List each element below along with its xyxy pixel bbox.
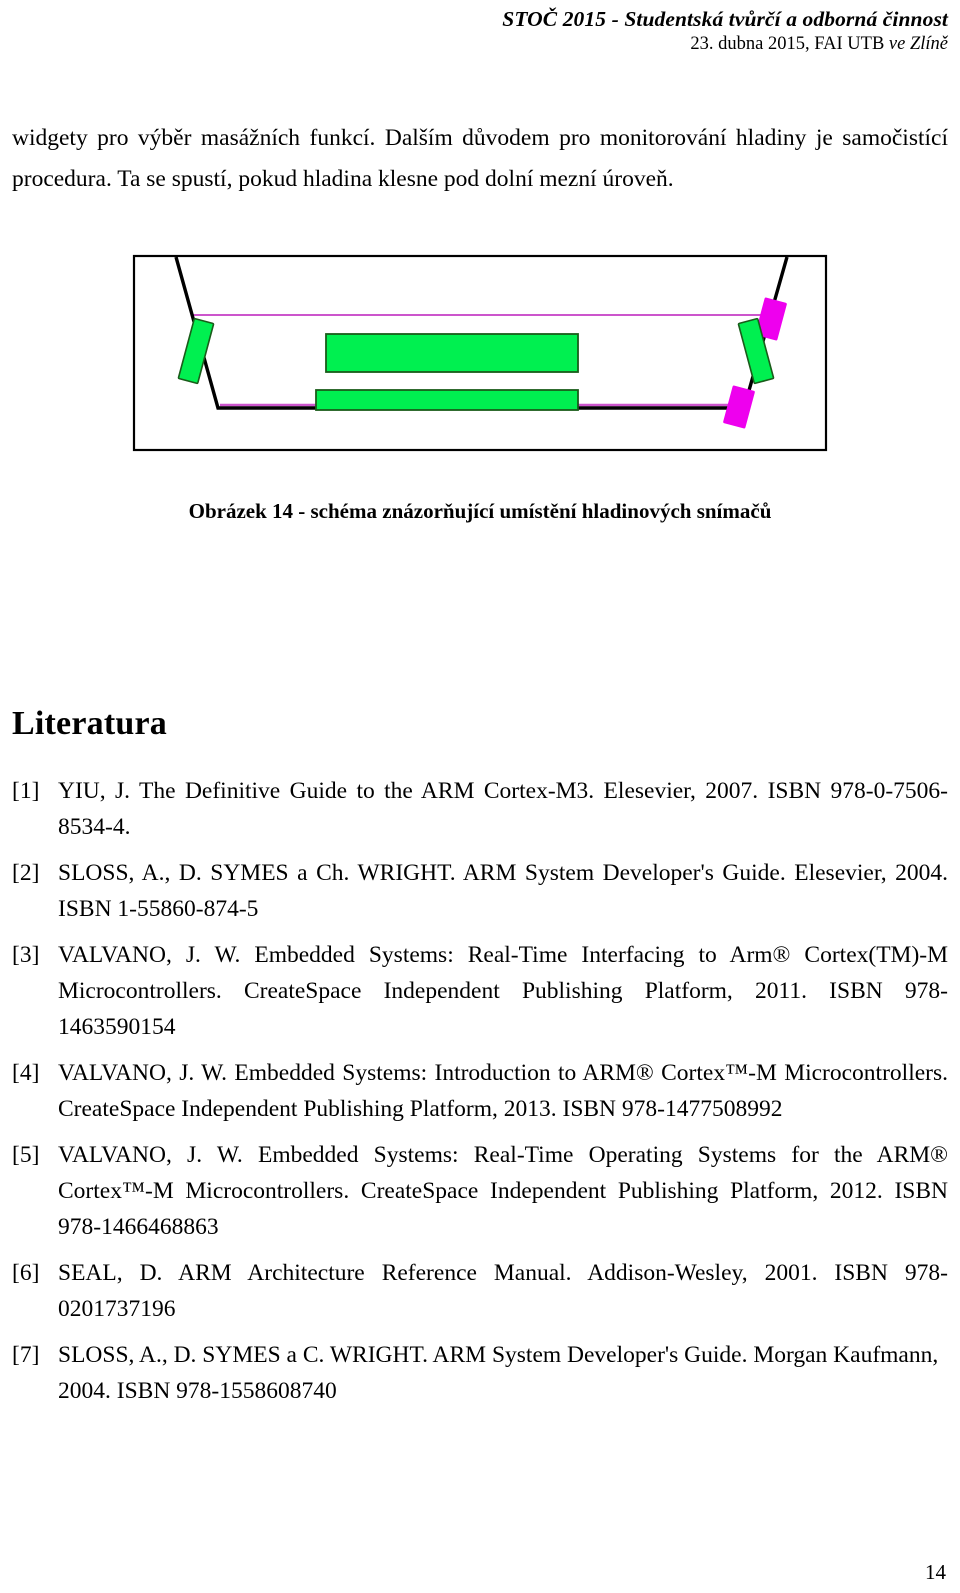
reference-text: SLOSS, A., D. SYMES a C. WRIGHT. ARM Sys… bbox=[58, 1342, 939, 1404]
reference-item-2: [2] SLOSS, A., D. SYMES a Ch. WRIGHT. AR… bbox=[12, 855, 948, 927]
figure-to-section-spacer bbox=[12, 525, 948, 703]
reference-text: SLOSS, A., D. SYMES a Ch. WRIGHT. ARM Sy… bbox=[58, 860, 948, 922]
reference-marker: [5] bbox=[12, 1142, 40, 1168]
reference-marker: [2] bbox=[12, 860, 40, 886]
reference-marker: [7] bbox=[12, 1342, 40, 1368]
section-title-literatura: Literatura bbox=[12, 705, 167, 742]
reference-marker: [6] bbox=[12, 1260, 40, 1286]
figure-14: Obrázek 14 - schéma znázorňující umístěn… bbox=[12, 242, 948, 525]
reference-text: VALVANO, J. W. Embedded Systems: Real-Ti… bbox=[58, 942, 948, 1040]
reference-item-1: [1] YIU, J. The Definitive Guide to the … bbox=[12, 773, 948, 845]
running-head-date: 23. dubna 2015, FAI UTB bbox=[690, 34, 889, 54]
reference-marker: [1] bbox=[12, 778, 40, 804]
reference-marker: [4] bbox=[12, 1060, 40, 1086]
reference-marker: [3] bbox=[12, 942, 40, 968]
running-head-venue: ve Zlíně bbox=[888, 34, 948, 54]
reference-text: SEAL, D. ARM Architecture Reference Manu… bbox=[58, 1260, 948, 1322]
body-paragraph: widgety pro výběr masážních funkcí. Dalš… bbox=[12, 125, 948, 192]
center-lower-green-panel bbox=[315, 389, 579, 411]
reference-text: YIU, J. The Definitive Guide to the ARM … bbox=[58, 778, 948, 840]
bathtub-level-sensor-diagram bbox=[130, 242, 830, 462]
center-upper-green-panel bbox=[325, 333, 579, 373]
reference-item-7: [7] SLOSS, A., D. SYMES a C. WRIGHT. ARM… bbox=[12, 1337, 948, 1409]
page-number: 14 bbox=[925, 1560, 946, 1584]
section-title-spacer bbox=[12, 745, 948, 773]
reference-item-6: [6] SEAL, D. ARM Architecture Reference … bbox=[12, 1255, 948, 1327]
running-head: STOČ 2015 - Studentská tvůrčí a odborná … bbox=[0, 0, 960, 56]
reference-item-4: [4] VALVANO, J. W. Embedded Systems: Int… bbox=[12, 1055, 948, 1127]
bathtub-diagram-svg bbox=[132, 254, 828, 452]
page-content: widgety pro výběr masážních funkcí. Dalš… bbox=[12, 118, 948, 1419]
reference-item-5: [5] VALVANO, J. W. Embedded Systems: Rea… bbox=[12, 1137, 948, 1245]
running-head-date-venue: 23. dubna 2015, FAI UTB ve Zlíně bbox=[0, 32, 960, 56]
reference-text: VALVANO, J. W. Embedded Systems: Real-Ti… bbox=[58, 1142, 948, 1240]
reference-text: VALVANO, J. W. Embedded Systems: Introdu… bbox=[58, 1060, 948, 1122]
reference-list: [1] YIU, J. The Definitive Guide to the … bbox=[12, 773, 948, 1409]
running-head-conference-title: STOČ 2015 - Studentská tvůrčí a odborná … bbox=[502, 7, 948, 31]
reference-item-3: [3] VALVANO, J. W. Embedded Systems: Rea… bbox=[12, 937, 948, 1045]
figure-caption: Obrázek 14 - schéma znázorňující umístěn… bbox=[188, 499, 772, 523]
